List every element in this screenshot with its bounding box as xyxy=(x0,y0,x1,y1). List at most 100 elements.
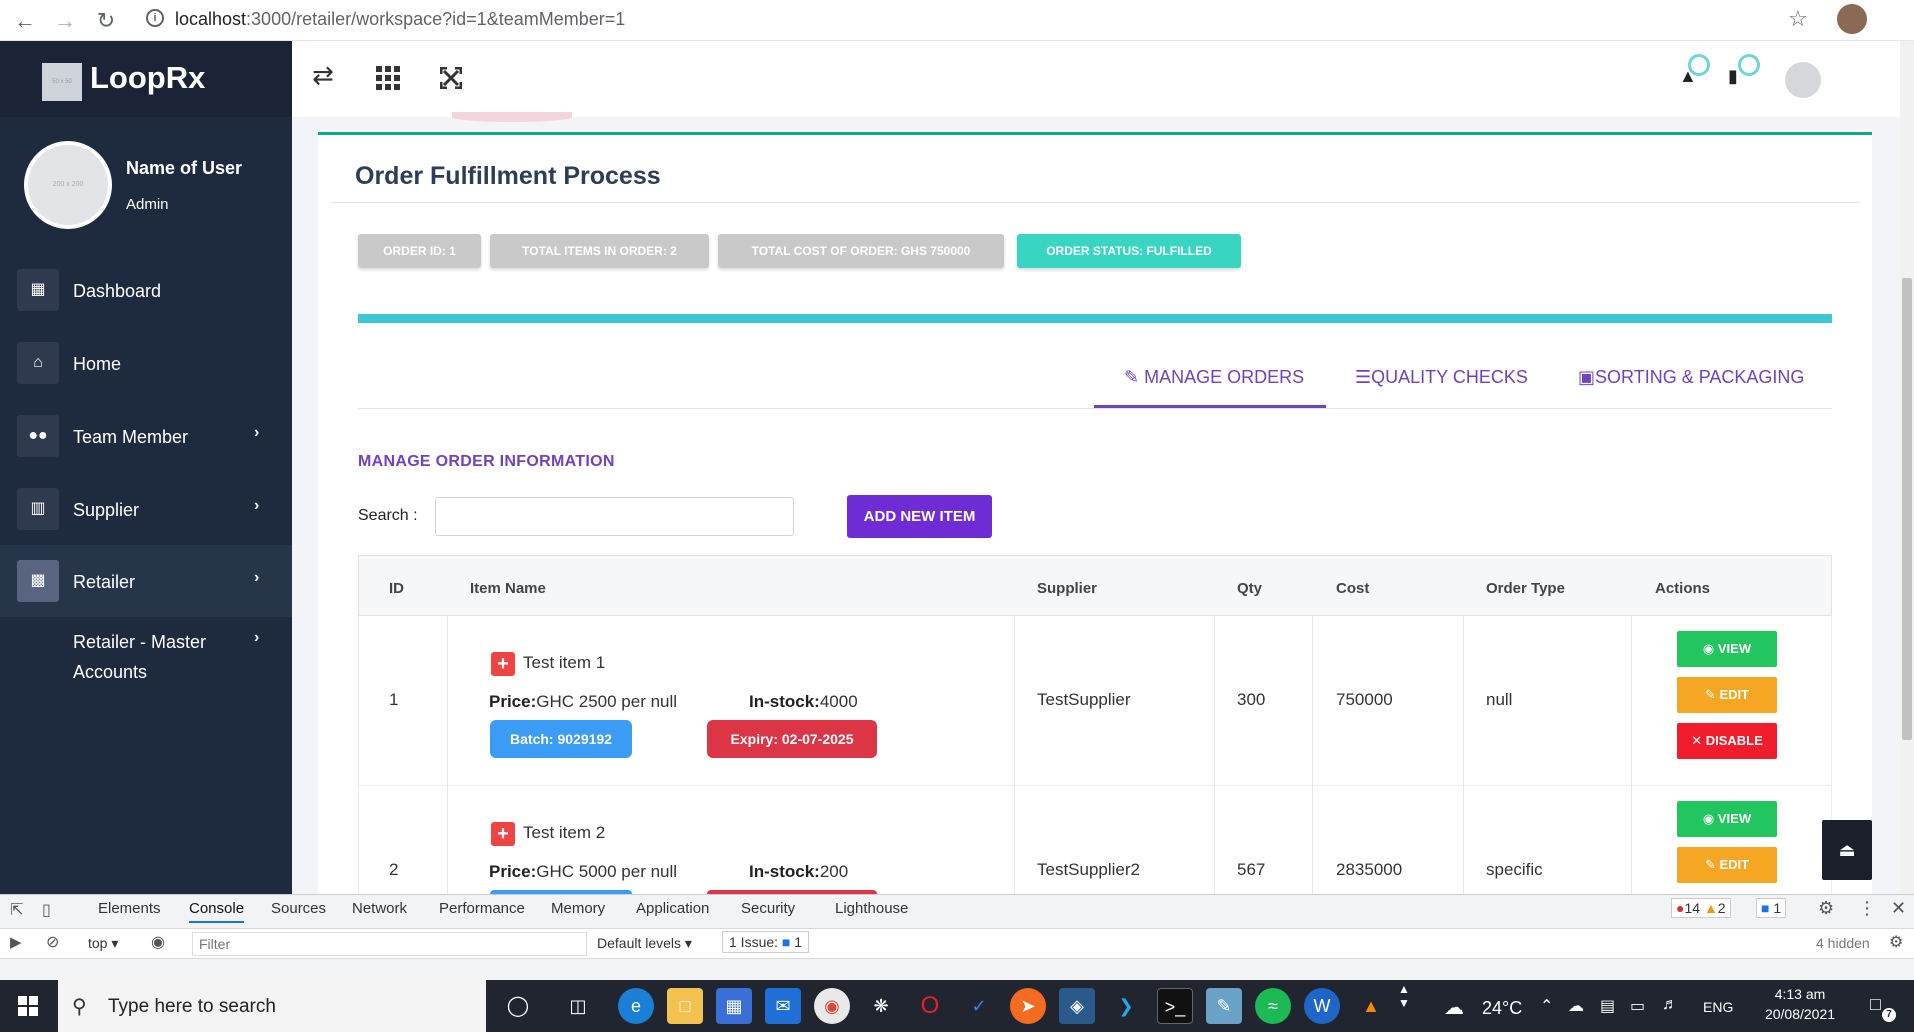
terminal-icon[interactable]: >_ xyxy=(1157,988,1193,1024)
sidebar-toggle-icon[interactable]: ▶ xyxy=(10,933,22,951)
devtools-tab-memory[interactable]: Memory xyxy=(551,900,605,917)
tray-chevron-icon[interactable]: ⌃ xyxy=(1540,996,1553,1016)
network-icon[interactable]: ▤ xyxy=(1600,996,1615,1016)
back-icon[interactable]: ← xyxy=(12,8,38,34)
sidebar-item-label: Team Member xyxy=(73,427,189,447)
total-cost-badge: TOTAL COST OF ORDER: GHS 750000 xyxy=(718,234,1004,268)
price-label: Price: xyxy=(489,692,537,711)
sidebar-item-home[interactable]: ⌂ Home xyxy=(0,334,292,392)
bookmark-star-icon[interactable]: ☆ xyxy=(1788,6,1808,32)
sidebar-item-retailer-master-accounts[interactable]: Retailer - Master Accounts › xyxy=(0,620,292,700)
reload-icon[interactable]: ↻ xyxy=(93,8,119,34)
item-name: Test item 2 xyxy=(523,823,606,842)
scroll-to-top-button[interactable]: ⏏ xyxy=(1822,820,1872,880)
close-icon[interactable]: ✕ xyxy=(1891,898,1906,919)
devtools-tab-security[interactable]: Security xyxy=(741,900,795,917)
onedrive-icon[interactable]: ☁ xyxy=(1568,996,1584,1016)
search-input[interactable] xyxy=(435,497,794,536)
item-price: Price:GHC 5000 per null xyxy=(489,862,677,882)
volume-icon[interactable]: ♬ xyxy=(1662,996,1678,1014)
context-selector[interactable]: top ▾ xyxy=(88,935,118,952)
devtools-tab-console[interactable]: Console xyxy=(189,900,245,923)
sidebar-item-dashboard[interactable]: ▦ Dashboard xyxy=(0,261,292,319)
notification-center-icon[interactable]: □ xyxy=(1870,994,1881,1015)
chrome-icon[interactable]: ◉ xyxy=(814,988,850,1024)
sidebar-item-retailer[interactable]: ▩ Retailer › xyxy=(0,545,292,617)
device-toggle-icon[interactable]: ▯ xyxy=(42,900,51,920)
chat-icon[interactable]: ▮ xyxy=(1728,66,1738,87)
store-icon[interactable]: ▦ xyxy=(716,988,752,1024)
fullscreen-icon[interactable] xyxy=(439,66,463,90)
log-levels-dropdown[interactable]: Default levels ▾ xyxy=(597,935,692,952)
cortana-icon[interactable]: ◯ xyxy=(500,988,536,1024)
messages-counter[interactable]: ■ 1 xyxy=(1756,898,1787,918)
wps-icon[interactable]: W xyxy=(1304,988,1340,1024)
inspect-icon[interactable]: ⇱ xyxy=(10,900,23,920)
disable-button[interactable]: ✕ DISABLE xyxy=(1677,723,1777,759)
todo-icon[interactable]: ✓ xyxy=(961,988,997,1024)
edge-icon[interactable]: e xyxy=(618,988,654,1024)
edit-button[interactable]: ✎ EDIT xyxy=(1677,847,1777,883)
devtools-tab-application[interactable]: Application xyxy=(636,900,709,917)
task-view-icon[interactable]: ◫ xyxy=(560,988,596,1024)
tab-quality-checks[interactable]: ☰QUALITY CHECKS xyxy=(1355,367,1528,388)
devtools-tab-network[interactable]: Network xyxy=(352,900,407,917)
mail-icon[interactable]: ✉ xyxy=(765,988,801,1024)
add-new-item-button[interactable]: ADD NEW ITEM xyxy=(847,495,992,538)
vscode-icon[interactable]: ❯ xyxy=(1108,988,1144,1024)
weather-icon[interactable]: ☁ xyxy=(1444,995,1464,1020)
edit-button[interactable]: ✎ EDIT xyxy=(1677,677,1777,713)
close-icon: ✕ xyxy=(1691,733,1703,748)
divider xyxy=(330,202,1860,203)
devtools-tab-performance[interactable]: Performance xyxy=(439,900,525,917)
taskbar-scroll-icon[interactable]: ▲ ▼ xyxy=(1398,982,1410,1010)
issues-button[interactable]: 1 Issue: ■ 1 xyxy=(722,931,810,953)
browser-profile-avatar[interactable] xyxy=(1837,4,1867,34)
devtools-tab-lighthouse[interactable]: Lighthouse xyxy=(835,900,908,917)
notes-icon[interactable]: ✎ xyxy=(1206,988,1242,1024)
sidebar-item-team-member[interactable]: ●● Team Member › xyxy=(0,407,292,465)
view-button[interactable]: ◉ VIEW xyxy=(1677,801,1777,837)
swap-icon[interactable]: ⇄ xyxy=(312,60,334,91)
sidebar-item-supplier[interactable]: ▥ Supplier › xyxy=(0,480,292,538)
grid-icon[interactable] xyxy=(376,66,400,90)
medical-cross-icon: + xyxy=(491,822,515,846)
cell-cost: 2835000 xyxy=(1336,860,1403,879)
mysql-workbench-icon[interactable]: ◈ xyxy=(1059,988,1095,1024)
gear-icon[interactable]: ⚙ xyxy=(1818,898,1834,919)
postman-icon[interactable]: ➤ xyxy=(1010,988,1046,1024)
tab-sorting-packaging[interactable]: ▣SORTING & PACKAGING xyxy=(1578,367,1804,388)
site-info-icon[interactable]: i xyxy=(146,9,164,27)
clear-console-icon[interactable]: ⊘ xyxy=(46,932,59,952)
spotify-icon[interactable]: ≈ xyxy=(1255,988,1291,1024)
brand-name[interactable]: LoopRx xyxy=(90,60,205,96)
logo-placeholder: 50 x 50 xyxy=(42,63,82,101)
url-host: localhost xyxy=(175,9,247,29)
devtools-tab-sources[interactable]: Sources xyxy=(271,900,326,917)
battery-icon[interactable]: ▭ xyxy=(1630,996,1645,1016)
devtools-tab-elements[interactable]: Elements xyxy=(98,900,161,917)
weather-temp[interactable]: 24°C xyxy=(1482,998,1522,1019)
windows-start-icon[interactable] xyxy=(18,996,38,1016)
clock[interactable]: 4:13 am 20/08/2021 xyxy=(1760,986,1840,1022)
opera-icon[interactable]: O xyxy=(912,988,948,1024)
scrollbar-thumb[interactable] xyxy=(1902,278,1912,740)
more-options-icon[interactable]: ⋮ xyxy=(1858,898,1876,919)
view-button[interactable]: ◉ VIEW xyxy=(1677,631,1777,667)
eye-icon[interactable]: ◉ xyxy=(151,932,165,952)
url-text[interactable]: localhost:3000/retailer/workspace?id=1&t… xyxy=(175,9,625,30)
forward-icon[interactable]: → xyxy=(52,8,78,34)
tab-manage-orders[interactable]: ✎ MANAGE ORDERS xyxy=(1124,367,1304,388)
button-label: VIEW xyxy=(1717,811,1752,826)
sidebar-item-label: Retailer xyxy=(73,572,136,592)
header-avatar[interactable] xyxy=(1785,62,1821,98)
errors-warnings-counter[interactable]: ●14 ▲2 xyxy=(1671,898,1731,918)
file-explorer-icon[interactable]: □ xyxy=(667,988,703,1024)
slack-icon[interactable]: ❋ xyxy=(863,988,899,1024)
language-indicator[interactable]: ENG xyxy=(1703,999,1733,1015)
message-indicator xyxy=(1738,54,1760,76)
column-header-id: ID xyxy=(389,580,404,597)
console-filter-input[interactable] xyxy=(192,932,587,956)
vlc-icon[interactable]: ▲ xyxy=(1353,988,1389,1024)
console-settings-icon[interactable]: ⚙ xyxy=(1889,932,1903,952)
